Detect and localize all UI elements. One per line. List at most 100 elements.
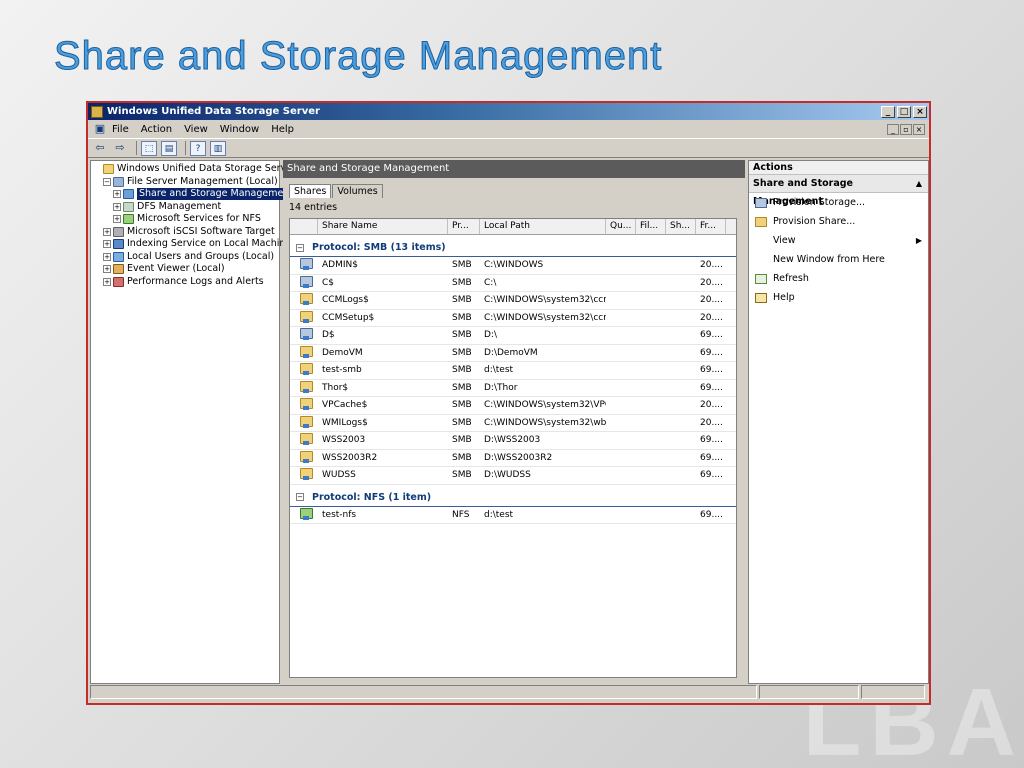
minimize-button[interactable]: _ (881, 105, 895, 118)
share-icon-cell (290, 398, 318, 412)
show-hide-action-pane-icon[interactable]: ▥ (210, 140, 226, 156)
mdi-minimize-button[interactable]: _ (887, 123, 899, 135)
cell-free-space: 69.... (700, 382, 723, 393)
expand-plus-icon[interactable]: + (113, 190, 121, 199)
expand-plus-icon[interactable]: + (113, 202, 121, 211)
entry-count: 14 entries (289, 202, 338, 213)
share-icon-cell (290, 380, 318, 395)
cell-share-name: test-nfs (322, 509, 357, 520)
table-row[interactable]: test-smb SMB d:\test 69.... (290, 362, 736, 380)
menu-action[interactable]: Action (141, 124, 172, 135)
tab-shares[interactable]: Shares (289, 184, 332, 198)
group-header[interactable]: − Protocol: SMB (13 items) (290, 239, 736, 257)
tree-node[interactable]: Windows Unified Data Storage Server (93, 163, 296, 176)
help-icon[interactable]: ? (190, 140, 206, 156)
back-arrow-icon[interactable]: ⇦ (92, 141, 108, 156)
cell-protocol: SMB (452, 452, 472, 463)
tree-node[interactable]: + Event Viewer (Local) (93, 263, 277, 276)
cell-local-path: C:\ (484, 277, 497, 288)
column-header-free-space[interactable]: Fr... (696, 219, 726, 234)
column-header-shadow-copies[interactable]: Sh... (666, 219, 696, 234)
forward-arrow-icon[interactable]: ⇨ (112, 141, 128, 156)
menu-file[interactable]: File (112, 124, 129, 135)
tree-node[interactable]: + Local Users and Groups (Local) (93, 251, 277, 264)
tree-node[interactable]: + Indexing Service on Local Machine (93, 238, 291, 251)
table-row[interactable]: WSS2003R2 SMB D:\WSS2003R2 69.... (290, 450, 736, 467)
collapse-minus-icon[interactable]: − (296, 243, 304, 252)
up-one-level-icon[interactable]: ⬚ (141, 140, 157, 156)
tree-node[interactable]: + Share and Storage Management (93, 188, 296, 201)
mdi-restore-button[interactable]: ▫ (900, 123, 912, 135)
table-row[interactable]: ADMIN$ SMB C:\WINDOWS 20.... (290, 257, 736, 275)
expand-plus-icon[interactable]: + (103, 227, 111, 236)
table-row[interactable]: WUDSS SMB D:\WUDSS 69.... (290, 467, 736, 485)
column-header-protocol[interactable]: Pr... (448, 219, 480, 234)
collapse-minus-icon[interactable]: − (296, 493, 304, 501)
menu-window[interactable]: Window (220, 124, 259, 135)
table-row[interactable]: C$ SMB C:\ 20.... (290, 275, 736, 292)
actions-section-header[interactable]: Share and Storage Management ▲ (749, 175, 928, 207)
toolbar-separator (136, 141, 137, 155)
table-row[interactable]: Thor$ SMB D:\Thor 69.... (290, 380, 736, 397)
console-content: Windows Unified Data Storage Server − File… (90, 160, 929, 686)
collapse-minus-icon[interactable]: − (103, 177, 111, 186)
users-icon (113, 251, 124, 262)
status-cell-3 (861, 685, 925, 699)
console-tree: Windows Unified Data Storage Server − File… (90, 160, 296, 684)
table-row[interactable]: DemoVM SMB D:\DemoVM 69.... (290, 345, 736, 362)
cell-local-path: D:\Thor (484, 382, 518, 393)
cell-protocol: SMB (452, 400, 472, 411)
cell-local-path: C:\WINDOWS\system32\ccm... (484, 312, 606, 323)
close-button[interactable]: × (913, 105, 927, 118)
table-row[interactable]: WSS2003 SMB D:\WSS2003 69.... (290, 432, 736, 450)
table-row[interactable]: test-nfs NFS d:\test 69.... (290, 507, 736, 524)
table-row[interactable]: D$ SMB D:\ 69.... (290, 327, 736, 345)
column-header-file-screening[interactable]: Fil... (636, 219, 666, 234)
expand-plus-icon[interactable]: + (103, 265, 111, 274)
group-header[interactable]: − Protocol: NFS (1 item) (290, 489, 736, 507)
tree-node[interactable]: + Microsoft Services for NFS (93, 213, 277, 226)
column-header-quota[interactable]: Qu... (606, 219, 636, 234)
tree-node-label: Indexing Service on Local Machine (127, 238, 292, 250)
action-refresh[interactable]: Refresh (749, 269, 928, 288)
table-row[interactable]: CCMLogs$ SMB C:\WINDOWS\system32\ccm... 20.… (290, 292, 736, 310)
cell-local-path: D:\DemoVM (484, 347, 538, 358)
action-label: Provision Storage... (773, 197, 866, 208)
show-hide-tree-icon[interactable]: ▤ (161, 140, 177, 156)
cell-share-name: WSS2003R2 (322, 452, 378, 463)
table-row[interactable]: CCMSetup$ SMB C:\WINDOWS\system32\ccm... 20… (290, 310, 736, 327)
action-provision-share[interactable]: Provision Share... (749, 212, 928, 231)
expand-plus-icon[interactable]: + (103, 252, 111, 261)
cell-share-name: WUDSS (322, 470, 356, 481)
cell-protocol: SMB (452, 347, 472, 358)
tree-node[interactable]: − File Server Management (Local) (93, 176, 278, 189)
tree-node[interactable]: + Performance Logs and Alerts (93, 276, 277, 289)
window-titlebar[interactable]: Windows Unified Data Storage Server _ □ … (88, 103, 929, 120)
tree-node[interactable]: + DFS Management (93, 201, 277, 214)
menu-view[interactable]: View (184, 124, 208, 135)
action-view[interactable]: View ▶ (749, 231, 928, 250)
cell-local-path: C:\WINDOWS\system32\wb... (484, 417, 606, 428)
menu-help[interactable]: Help (271, 124, 294, 135)
toolbar-separator (185, 141, 186, 155)
table-row[interactable]: VPCache$ SMB C:\WINDOWS\system32\VPC... 20.… (290, 397, 736, 415)
maximize-button[interactable]: □ (897, 105, 911, 118)
folder-share-icon (300, 310, 313, 323)
collapse-caret-icon[interactable]: ▲ (916, 175, 922, 192)
cell-free-space: 20.... (700, 312, 723, 323)
tree-node-label: Event Viewer (Local) (127, 263, 225, 275)
expand-plus-icon[interactable]: + (103, 240, 111, 249)
mdi-close-button[interactable]: × (913, 123, 925, 135)
action-new-window-from-here[interactable]: New Window from Here (749, 250, 928, 269)
tree-node[interactable]: + Microsoft iSCSI Software Target (93, 226, 277, 239)
index-icon (113, 239, 124, 250)
event-icon (113, 264, 124, 275)
action-help[interactable]: Help (749, 288, 928, 307)
column-header-icon[interactable] (290, 219, 318, 234)
expand-plus-icon[interactable]: + (103, 277, 111, 286)
column-header-local-path[interactable]: Local Path (480, 219, 606, 234)
tab-volumes[interactable]: Volumes (332, 184, 383, 198)
table-row[interactable]: WMILogs$ SMB C:\WINDOWS\system32\wb... 20..… (290, 415, 736, 432)
expand-plus-icon[interactable]: + (113, 215, 121, 224)
column-header-share-name[interactable]: Share Name (318, 219, 448, 234)
